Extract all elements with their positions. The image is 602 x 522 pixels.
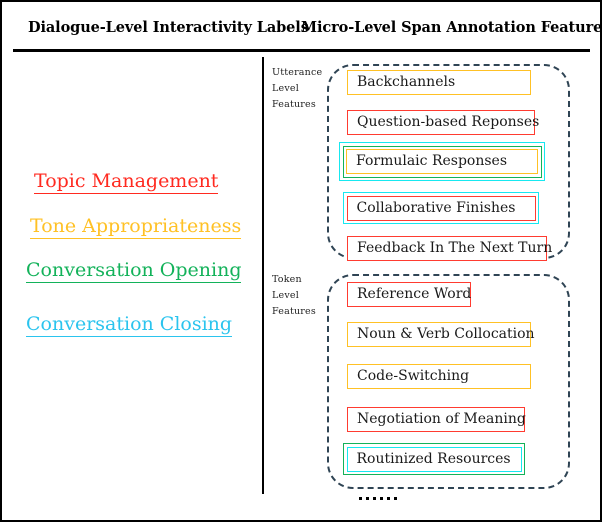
dialogue-label-conversation-closing: Conversation Closing — [26, 313, 233, 337]
figure-root: Dialogue-Level Interactivity Labels Micr… — [0, 0, 602, 522]
feature-box-inner: Routinized Resources — [346, 446, 522, 472]
feature-box: Feedback In The Next Turn — [347, 236, 552, 261]
feature-label: Backchannels — [357, 74, 456, 90]
group-label-line-3: Features — [272, 99, 316, 110]
group-label-line-3: Features — [272, 306, 316, 317]
feature-label: Collaborative Finishes — [356, 199, 516, 216]
feature-label: Formulaic Responses — [356, 153, 508, 169]
feature-label: Noun & Verb Collocation — [357, 326, 535, 342]
feature-box-inner: Formulaic Responses — [346, 149, 538, 174]
ellipsis-dot — [394, 497, 397, 500]
feature-label: Code-Switching — [357, 368, 470, 384]
micro-features-column: Utterance Level Features Token Level Fea… — [264, 2, 600, 520]
feature-box: Question-based Reponses — [347, 110, 539, 135]
feature-box: Code-Switching — [347, 364, 531, 389]
group-label-line-1: Token — [272, 274, 302, 285]
group-label-token-level: Token Level Features — [272, 272, 316, 320]
group-label-line-2: Level — [272, 83, 299, 94]
feature-box-inner: Collaborative Finishes — [346, 195, 536, 221]
feature-box: Routinized Resources — [343, 443, 525, 475]
feature-label: Question-based Reponses — [357, 114, 540, 130]
ellipsis-dot — [387, 497, 390, 500]
ellipsis-dot — [366, 497, 369, 500]
feature-box: Noun & Verb Collocation — [347, 322, 535, 347]
dialogue-label-tone-appropriateness: Tone Appropriateness — [30, 215, 242, 239]
dialogue-labels-column: Topic Management Tone Appropriateness Co… — [2, 2, 260, 520]
feature-label: Reference Word — [357, 286, 472, 302]
ellipsis-dots — [359, 497, 397, 500]
feature-box-middle: Formulaic Responses — [342, 145, 542, 178]
feature-box: Reference Word — [347, 282, 471, 307]
feature-box: Backchannels — [347, 70, 531, 95]
dialogue-label-conversation-opening: Conversation Opening — [26, 259, 242, 283]
ellipsis-dot — [380, 497, 383, 500]
group-label-line-1: Utterance — [272, 67, 323, 78]
ellipsis-dot — [373, 497, 376, 500]
feature-box: Collaborative Finishes — [343, 192, 539, 224]
ellipsis-dot — [359, 497, 362, 500]
feature-box: Negotiation of Meaning — [347, 407, 526, 432]
dialogue-label-topic-management: Topic Management — [34, 170, 219, 194]
feature-label: Routinized Resources — [356, 450, 511, 467]
feature-label: Negotiation of Meaning — [357, 411, 526, 427]
feature-label: Feedback In The Next Turn — [357, 240, 553, 256]
feature-box: Formulaic Responses — [339, 142, 545, 181]
group-label-utterance-level: Utterance Level Features — [272, 65, 322, 113]
group-label-line-2: Level — [272, 290, 299, 301]
